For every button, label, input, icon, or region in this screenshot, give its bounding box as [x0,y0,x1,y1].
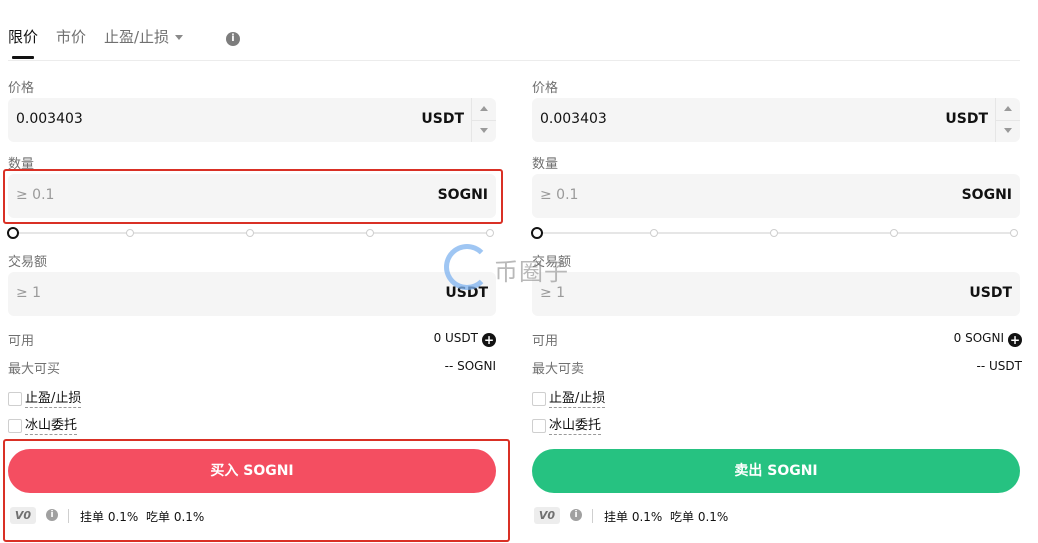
max-buy-label: 最大可买 [8,362,61,377]
iceberg-label[interactable]: 冰山委托 [549,418,602,435]
info-icon[interactable]: i [570,509,582,521]
price-value: 0.003403 [540,111,607,127]
quantity-highlight-box [3,169,503,224]
max-sell-value: -- USDT [976,359,1022,373]
amount-unit: USDT [969,285,1012,301]
plus-circle-icon[interactable]: + [482,333,496,347]
taker-fee: 吃单 0.1% [670,510,729,524]
tp-sl-checkbox[interactable] [532,392,546,406]
buy-amount-input[interactable]: ≥ 1 USDT [8,272,496,316]
fee-row: V0 i 挂单 0.1% 吃单 0.1% [532,507,832,525]
stepper-down-icon[interactable] [996,120,1020,142]
price-stepper [471,98,496,142]
watermark-text: 币圈子 [494,258,569,286]
available-value: 0 SOGNI [953,331,1004,345]
max-sell-label: 最大可卖 [532,362,585,377]
quantity-placeholder: ≥ 0.1 [540,187,579,203]
quantity-label: 数量 [532,157,559,172]
vip-level-badge: V0 [534,507,560,524]
price-stepper [995,98,1020,142]
buy-button-highlight-box [3,439,510,542]
plus-circle-icon[interactable]: + [1008,333,1022,347]
buy-percent-slider[interactable] [7,227,494,239]
sell-amount-input[interactable]: ≥ 1 USDT [532,272,1020,316]
slider-knob[interactable] [7,227,19,239]
slider-step-50[interactable] [246,229,254,237]
tp-sl-label[interactable]: 止盈/止损 [549,391,606,408]
price-label: 价格 [532,81,559,96]
tp-sl-checkbox[interactable] [8,392,22,406]
sell-price-input[interactable]: 0.003403 USDT [532,98,1020,142]
slider-knob[interactable] [531,227,543,239]
slider-step-100[interactable] [486,229,494,237]
slider-step-50[interactable] [770,229,778,237]
price-label: 价格 [8,81,35,96]
available-label: 可用 [8,334,35,349]
slider-step-25[interactable] [126,229,134,237]
quantity-unit: SOGNI [961,187,1012,203]
slider-step-75[interactable] [890,229,898,237]
price-unit: USDT [945,111,988,127]
sell-button[interactable]: 卖出 SOGNI [532,449,1020,493]
slider-step-25[interactable] [650,229,658,237]
max-buy-value: -- SOGNI [444,359,496,373]
available-value-row: 0 USDT + [434,331,496,347]
sell-quantity-input[interactable]: ≥ 0.1 SOGNI [532,174,1020,218]
slider-step-75[interactable] [366,229,374,237]
watermark-logo-icon [444,244,490,290]
stepper-down-icon[interactable] [472,120,496,142]
buy-price-input[interactable]: 0.003403 USDT [8,98,496,142]
price-value: 0.003403 [16,111,83,127]
iceberg-label[interactable]: 冰山委托 [25,418,78,435]
divider [592,509,593,523]
price-unit: USDT [421,111,464,127]
available-value: 0 USDT [433,331,478,345]
maker-fee: 挂单 0.1% [604,510,663,524]
stepper-up-icon[interactable] [472,98,496,121]
available-label: 可用 [532,334,559,349]
available-value-row: 0 SOGNI + [954,331,1022,347]
slider-step-100[interactable] [1010,229,1018,237]
tp-sl-label[interactable]: 止盈/止损 [25,391,82,408]
amount-placeholder: ≥ 1 [16,285,42,301]
stepper-up-icon[interactable] [996,98,1020,121]
amount-label: 交易额 [8,255,48,270]
watermark: 币圈子 [444,244,594,292]
iceberg-checkbox[interactable] [8,419,22,433]
sell-percent-slider[interactable] [531,227,1018,239]
sell-panel: 价格 0.003403 USDT 数量 ≥ 0.1 SOGNI 交易额 ≥ 1 … [531,0,1022,543]
iceberg-checkbox[interactable] [532,419,546,433]
